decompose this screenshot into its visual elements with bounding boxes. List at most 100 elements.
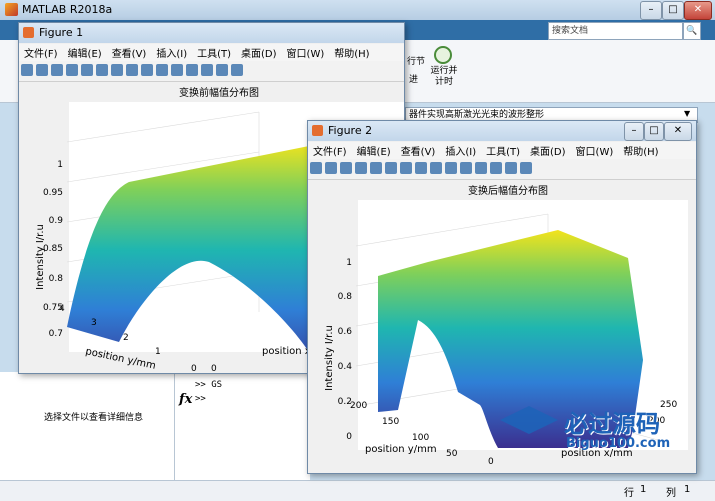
- zoom-out-icon[interactable]: [111, 64, 123, 76]
- colorbar-icon[interactable]: [201, 64, 213, 76]
- open-file-icon[interactable]: [36, 64, 48, 76]
- print-icon[interactable]: [66, 64, 78, 76]
- run-and-time-button[interactable]: 运行并 计时: [429, 66, 459, 88]
- main-maximize-button[interactable]: □: [662, 1, 684, 20]
- graduation-cap-icon: [500, 406, 558, 434]
- watermark-url: Biguo100.com: [566, 436, 671, 451]
- legend-icon[interactable]: [505, 162, 517, 174]
- ribbon-label-section[interactable]: 行节: [407, 54, 425, 67]
- open-file-icon[interactable]: [325, 162, 337, 174]
- pan-icon[interactable]: [126, 64, 138, 76]
- figure-2-title: Figure 2: [328, 124, 373, 137]
- menu-desktop[interactable]: 桌面(D): [236, 44, 282, 61]
- brush-icon[interactable]: [460, 162, 472, 174]
- menu-insert[interactable]: 插入(I): [151, 44, 192, 61]
- menu-tools[interactable]: 工具(T): [481, 142, 525, 159]
- run-and-time-icon[interactable]: [434, 46, 452, 64]
- z-tick: 0.4: [338, 362, 353, 372]
- main-window-title: MATLAB R2018a: [22, 3, 113, 16]
- y-tick: 150: [382, 417, 399, 427]
- main-minimize-button[interactable]: –: [640, 1, 662, 20]
- save-icon[interactable]: [340, 162, 352, 174]
- save-icon[interactable]: [51, 64, 63, 76]
- new-figure-icon[interactable]: [21, 64, 33, 76]
- figure-2-minimize-button[interactable]: –: [624, 122, 644, 141]
- z-tick: 0.9: [49, 216, 64, 226]
- file-details-panel: 选择文件以查看详细信息: [0, 372, 175, 482]
- new-figure-icon[interactable]: [310, 162, 322, 174]
- figure-1-title: Figure 1: [39, 26, 84, 39]
- menu-view[interactable]: 查看(V): [107, 44, 152, 61]
- y-tick: 100: [412, 433, 429, 443]
- z-tick: 1: [57, 160, 63, 170]
- data-cursor-icon[interactable]: [156, 64, 168, 76]
- menu-desktop[interactable]: 桌面(D): [525, 142, 571, 159]
- figure-1-menubar: 文件(F) 编辑(E) 查看(V) 插入(I) 工具(T) 桌面(D) 窗口(W) 帮助(H): [19, 44, 404, 61]
- main-title-bar: MATLAB R2018a – □ ✕: [0, 0, 715, 21]
- figure-2-icon: [312, 125, 323, 136]
- menu-file[interactable]: 文件(F): [19, 44, 63, 61]
- main-close-button[interactable]: ✕: [684, 1, 712, 20]
- search-documentation-input[interactable]: 搜索文档: [548, 22, 683, 40]
- menu-view[interactable]: 查看(V): [396, 142, 441, 159]
- y-tick: 0: [488, 457, 494, 467]
- command-window[interactable]: >> GS fx >>: [175, 372, 310, 482]
- figure-2-toolbar: [308, 159, 696, 180]
- legend-icon[interactable]: [216, 64, 228, 76]
- menu-tools[interactable]: 工具(T): [192, 44, 236, 61]
- z-tick: 1: [346, 258, 352, 268]
- command-line: >> GS: [195, 380, 223, 390]
- command-prompt[interactable]: >>: [195, 394, 206, 404]
- figure-1-icon: [23, 27, 34, 38]
- y-tick: 4: [59, 304, 65, 314]
- link-plot-icon[interactable]: [475, 162, 487, 174]
- z-tick: 0.8: [338, 292, 353, 302]
- menu-insert[interactable]: 插入(I): [440, 142, 481, 159]
- link-plot-icon[interactable]: [186, 64, 198, 76]
- menu-file[interactable]: 文件(F): [308, 142, 352, 159]
- zoom-in-icon[interactable]: [385, 162, 397, 174]
- figure-2-plot-title: 变换后幅值分布图: [468, 184, 548, 197]
- pointer-icon[interactable]: [370, 162, 382, 174]
- status-bar: 行 1 列 1: [0, 480, 715, 501]
- figure-1-title-bar[interactable]: Figure 1: [19, 23, 404, 43]
- menu-window[interactable]: 窗口(W): [282, 44, 330, 61]
- data-cursor-icon[interactable]: [445, 162, 457, 174]
- file-details-message: 选择文件以查看详细信息: [44, 413, 144, 423]
- colorbar-icon[interactable]: [490, 162, 502, 174]
- hide-tools-icon[interactable]: [231, 64, 243, 76]
- address-dropdown-icon[interactable]: ▼: [684, 109, 690, 118]
- pan-icon[interactable]: [415, 162, 427, 174]
- y-tick: 50: [446, 449, 458, 459]
- y-tick: 3: [91, 318, 97, 328]
- figure-2-close-button[interactable]: ✕: [664, 122, 692, 141]
- menu-help[interactable]: 帮助(H): [618, 142, 663, 159]
- rotate-icon[interactable]: [141, 64, 153, 76]
- rotate-icon[interactable]: [430, 162, 442, 174]
- z-tick: 0: [346, 432, 352, 442]
- zoom-in-icon[interactable]: [96, 64, 108, 76]
- y-tick: 0: [191, 364, 197, 372]
- fx-icon[interactable]: fx: [179, 392, 192, 407]
- figure-1-plot-title: 变换前幅值分布图: [179, 86, 259, 99]
- pointer-icon[interactable]: [81, 64, 93, 76]
- figure-2-ylabel: position y/mm: [365, 444, 437, 455]
- menu-window[interactable]: 窗口(W): [571, 142, 619, 159]
- y-tick: 2: [123, 333, 129, 343]
- brush-icon[interactable]: [171, 64, 183, 76]
- hide-tools-icon[interactable]: [520, 162, 532, 174]
- menu-edit[interactable]: 编辑(E): [352, 142, 396, 159]
- search-icon[interactable]: 🔍: [683, 22, 701, 40]
- figure-2-zticks: 0 0.2 0.4 0.6 0.8 1: [338, 258, 353, 442]
- menu-help[interactable]: 帮助(H): [329, 44, 374, 61]
- ribbon-label-advance[interactable]: 进: [409, 72, 418, 85]
- y-tick: 1: [155, 347, 161, 357]
- status-col-value: 1: [684, 484, 691, 495]
- menu-edit[interactable]: 编辑(E): [63, 44, 107, 61]
- zoom-out-icon[interactable]: [400, 162, 412, 174]
- figure-2-title-bar[interactable]: Figure 2 – □ ✕: [308, 121, 696, 141]
- print-icon[interactable]: [355, 162, 367, 174]
- z-tick: 0.95: [43, 188, 63, 198]
- figure-2-maximize-button[interactable]: □: [644, 122, 664, 141]
- watermark: 必过源码 Biguo100.com: [500, 402, 700, 458]
